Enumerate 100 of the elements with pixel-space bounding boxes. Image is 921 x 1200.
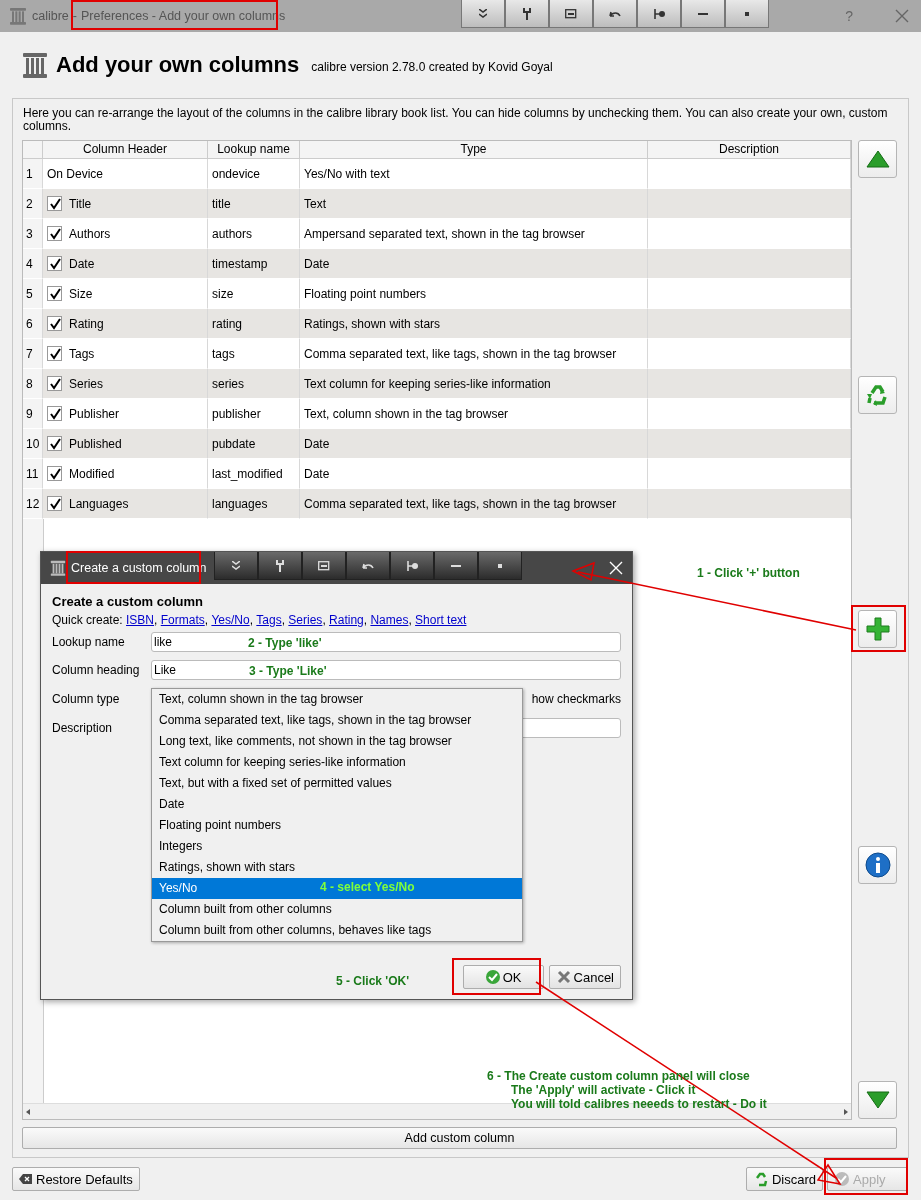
window-tool-button[interactable] — [505, 0, 550, 28]
column-header[interactable]: Lookup name — [208, 141, 300, 159]
dropdown-option[interactable]: Text column for keeping series-like information — [152, 752, 522, 773]
table-cell: series — [208, 369, 300, 399]
add-custom-column-button[interactable]: Add custom column — [22, 1127, 897, 1149]
columns-icon — [20, 50, 50, 80]
dropdown-option[interactable]: Column built from other columns — [152, 899, 522, 920]
dropdown-option[interactable]: Date — [152, 794, 522, 815]
link-separator: , — [322, 613, 327, 627]
table-row[interactable]: 10 Published pubdate Date — [23, 429, 851, 459]
quick-create-label: Quick create: — [52, 613, 124, 627]
intro-text: Here you can re-arrange the layout of the columns in the calibre library book list. You can hide columns by unchecking them. You can also create your own, custom columns. — [22, 107, 889, 133]
ok-button[interactable]: OK — [462, 965, 544, 989]
window-tool-button[interactable] — [390, 552, 435, 580]
table-cell-text: Modified — [69, 465, 115, 483]
move-down-button[interactable] — [858, 1081, 897, 1119]
table-row[interactable]: 2 Title title Text — [23, 189, 851, 219]
window-tool-button[interactable] — [258, 552, 303, 580]
table-cell-text: Published — [69, 435, 122, 453]
field-label: Column type — [52, 692, 121, 706]
check-circle-icon — [484, 969, 501, 985]
table-cell: Text column for keeping series-like information — [300, 369, 648, 399]
quick-create-link[interactable]: Short text — [415, 613, 467, 627]
checkbox[interactable] — [47, 376, 62, 391]
checkbox[interactable] — [47, 196, 62, 211]
maximize-icon — [745, 11, 750, 16]
checkbox[interactable] — [47, 496, 62, 511]
table-cell-text: Languages — [69, 495, 129, 513]
page-title: Add your own columns — [56, 52, 300, 78]
table-cell-text: Size — [69, 285, 93, 303]
link-separator: , — [249, 613, 254, 627]
table-cell-text: Date — [69, 255, 95, 273]
dialog-heading: Create a custom column — [52, 594, 204, 609]
checkbox[interactable] — [47, 256, 62, 271]
field-label: Lookup name — [52, 635, 126, 649]
dropdown-option[interactable]: Text, column shown in the tag browser — [152, 689, 522, 710]
table-row[interactable]: 12 Languages languages Comma separated text, like tags, shown in the tag browser — [23, 489, 851, 519]
dropdown-list[interactable] — [151, 688, 523, 942]
row-number: 12 — [23, 489, 43, 519]
window-tool-button[interactable] — [637, 0, 682, 28]
checkbox[interactable] — [47, 226, 62, 241]
recycle-button[interactable] — [858, 376, 897, 414]
quick-create-link[interactable]: Rating — [329, 613, 364, 627]
minimize-icon — [698, 12, 709, 15]
cross-icon — [555, 969, 572, 985]
column-header[interactable]: Type — [300, 141, 648, 159]
checkbox[interactable] — [47, 346, 62, 361]
annotation-text: 3 - Type 'Like' — [249, 664, 327, 678]
field-label: Column heading — [52, 663, 141, 677]
checkbox[interactable] — [47, 466, 62, 481]
dropdown-option[interactable]: Integers — [152, 836, 522, 857]
window-icon — [565, 8, 578, 19]
check-circle-icon — [834, 1171, 850, 1187]
checkbox[interactable] — [47, 436, 62, 451]
checkbox[interactable] — [47, 316, 62, 331]
table-cell-text: Title — [69, 195, 92, 213]
table-cell: timestamp — [208, 249, 300, 279]
row-number: 1 — [23, 159, 43, 189]
window-tool-button[interactable] — [346, 552, 391, 580]
version-text: calibre version 2.78.0 created by Kovid Goyal — [311, 60, 553, 74]
info-button[interactable] — [858, 846, 897, 884]
link-separator: , — [408, 613, 413, 627]
table-cell-text: Publisher — [69, 405, 120, 423]
dropdown-option[interactable]: Long text, like comments, not shown in the tag browser — [152, 731, 522, 752]
column-header[interactable]: Description — [648, 141, 851, 159]
move-up-button[interactable] — [858, 140, 897, 178]
annotation-text: 1 - Click '+' button — [697, 566, 800, 580]
checkbox[interactable] — [47, 286, 62, 301]
annotation-text: 2 - Type 'like' — [248, 636, 322, 650]
table-row[interactable]: 6 Rating rating Ratings, shown with stars — [23, 309, 851, 339]
app-name: calibre — [32, 9, 69, 23]
table-row[interactable]: 4 Date timestamp Date — [23, 249, 851, 279]
window-tool-button[interactable] — [214, 552, 259, 580]
quick-create-link[interactable]: Tags — [256, 613, 282, 627]
annotation-text: 4 - select Yes/No — [320, 880, 415, 894]
cancel-button[interactable]: Cancel — [548, 965, 621, 989]
highlight-frame — [851, 605, 906, 652]
window-tool-button[interactable] — [302, 552, 347, 580]
table-cell: Text — [300, 189, 648, 219]
column-header[interactable]: Column Header — [43, 141, 208, 159]
wrench-icon — [523, 7, 532, 20]
checkbox[interactable] — [47, 406, 62, 421]
row-number: 9 — [23, 399, 43, 429]
quick-create-link[interactable]: ISBN — [126, 613, 155, 627]
annotation-text: 5 - Click 'OK' — [336, 974, 410, 988]
dropdown-option[interactable]: Floating point numbers — [152, 815, 522, 836]
discard-button[interactable]: Discard — [745, 1167, 823, 1191]
table-cell: rating — [208, 309, 300, 339]
checkbox-label: how checkmarks — [531, 692, 621, 706]
add-column-button[interactable] — [858, 610, 897, 648]
table-row[interactable]: 8 Series series Text column for keeping series-like information — [23, 369, 851, 399]
dropdown-option[interactable]: Column built from other columns, behaves like tags — [152, 920, 522, 941]
quick-create-link[interactable]: Formats — [160, 613, 205, 627]
backspace-icon — [19, 1173, 33, 1185]
dropdown-option[interactable]: Ratings, shown with stars — [152, 857, 522, 878]
dropdown-option[interactable]: Text, but with a fixed set of permitted values — [152, 773, 522, 794]
window-tool-button[interactable] — [549, 0, 594, 28]
quick-create-link[interactable]: Yes/No — [211, 613, 250, 627]
restore-defaults-button[interactable]: Restore Defaults — [12, 1167, 140, 1191]
dropdown-option[interactable]: Comma separated text, like tags, shown in the tag browser — [152, 710, 522, 731]
